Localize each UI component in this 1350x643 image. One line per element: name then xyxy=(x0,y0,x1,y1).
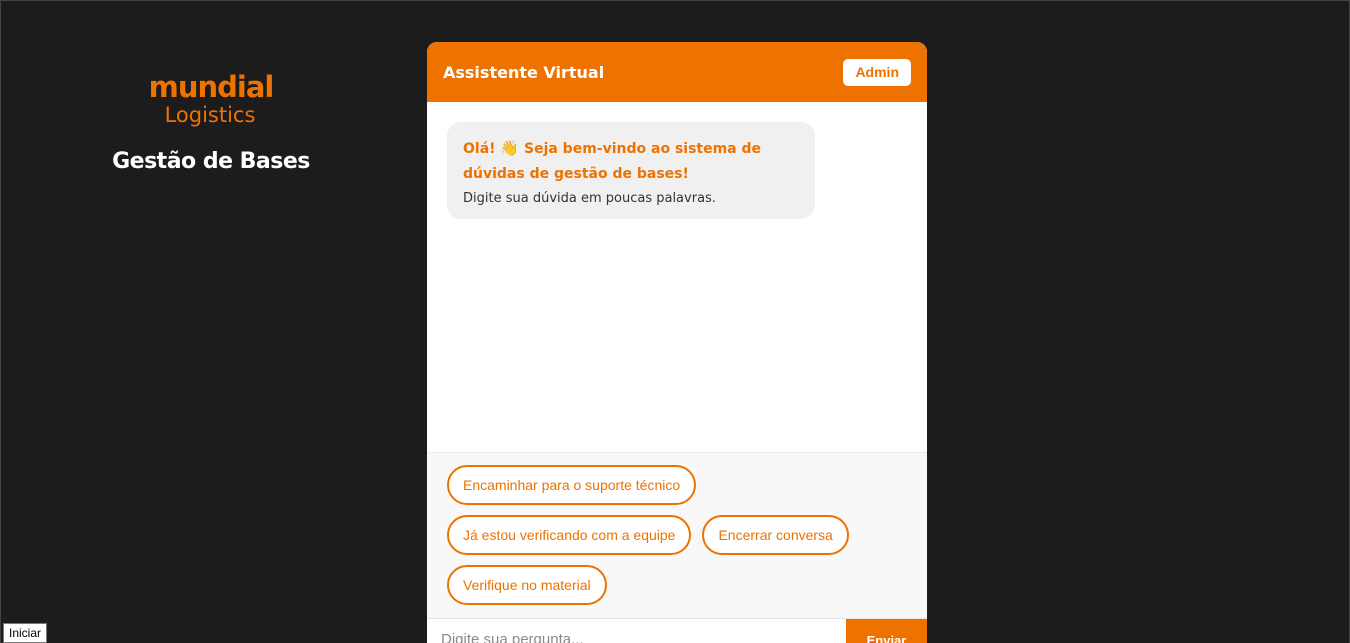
quick-reply-row: Verifique no material xyxy=(447,565,907,605)
quick-replies: Encaminhar para o suporte técnico Já est… xyxy=(427,452,927,618)
welcome-title: Olá! 👋 Seja bem-vindo ao sistema de dúvi… xyxy=(463,136,799,187)
message-composer: Enviar xyxy=(427,618,927,643)
quick-reply-end-conversation[interactable]: Encerrar conversa xyxy=(702,515,849,555)
quick-reply-support[interactable]: Encaminhar para o suporte técnico xyxy=(447,465,697,505)
quick-reply-row: Encaminhar para o suporte técnico xyxy=(447,465,907,505)
start-button[interactable]: Iniciar xyxy=(3,623,48,643)
chat-window: Assistente Virtual Admin Olá! 👋 Seja bem… xyxy=(427,42,927,643)
logo-subtitle: Logistics xyxy=(164,103,256,127)
welcome-hint: Digite sua dúvida em poucas palavras. xyxy=(463,191,716,206)
brand-panel: mundial Logistics Gestão de Bases xyxy=(111,71,311,174)
page: mundial Logistics Gestão de Bases Assist… xyxy=(0,0,1350,643)
welcome-greeting: Olá! xyxy=(463,141,496,157)
chat-header: Assistente Virtual Admin xyxy=(427,42,927,102)
admin-button[interactable]: Admin xyxy=(843,58,911,86)
quick-reply-row: Já estou verificando com a equipe Encerr… xyxy=(447,515,907,555)
quick-reply-verifying[interactable]: Já estou verificando com a equipe xyxy=(447,515,692,555)
waving-hand-icon: 👋 xyxy=(500,139,520,157)
chat-title: Assistente Virtual xyxy=(443,62,605,82)
send-button[interactable]: Enviar xyxy=(846,619,927,643)
quick-reply-check-material[interactable]: Verifique no material xyxy=(447,565,607,605)
message-list[interactable]: Olá! 👋 Seja bem-vindo ao sistema de dúvi… xyxy=(427,102,927,452)
bot-message: Olá! 👋 Seja bem-vindo ao sistema de dúvi… xyxy=(447,122,815,219)
logo-wordmark: mundial xyxy=(148,70,275,104)
page-title: Gestão de Bases xyxy=(112,149,310,174)
message-input[interactable] xyxy=(427,619,846,643)
